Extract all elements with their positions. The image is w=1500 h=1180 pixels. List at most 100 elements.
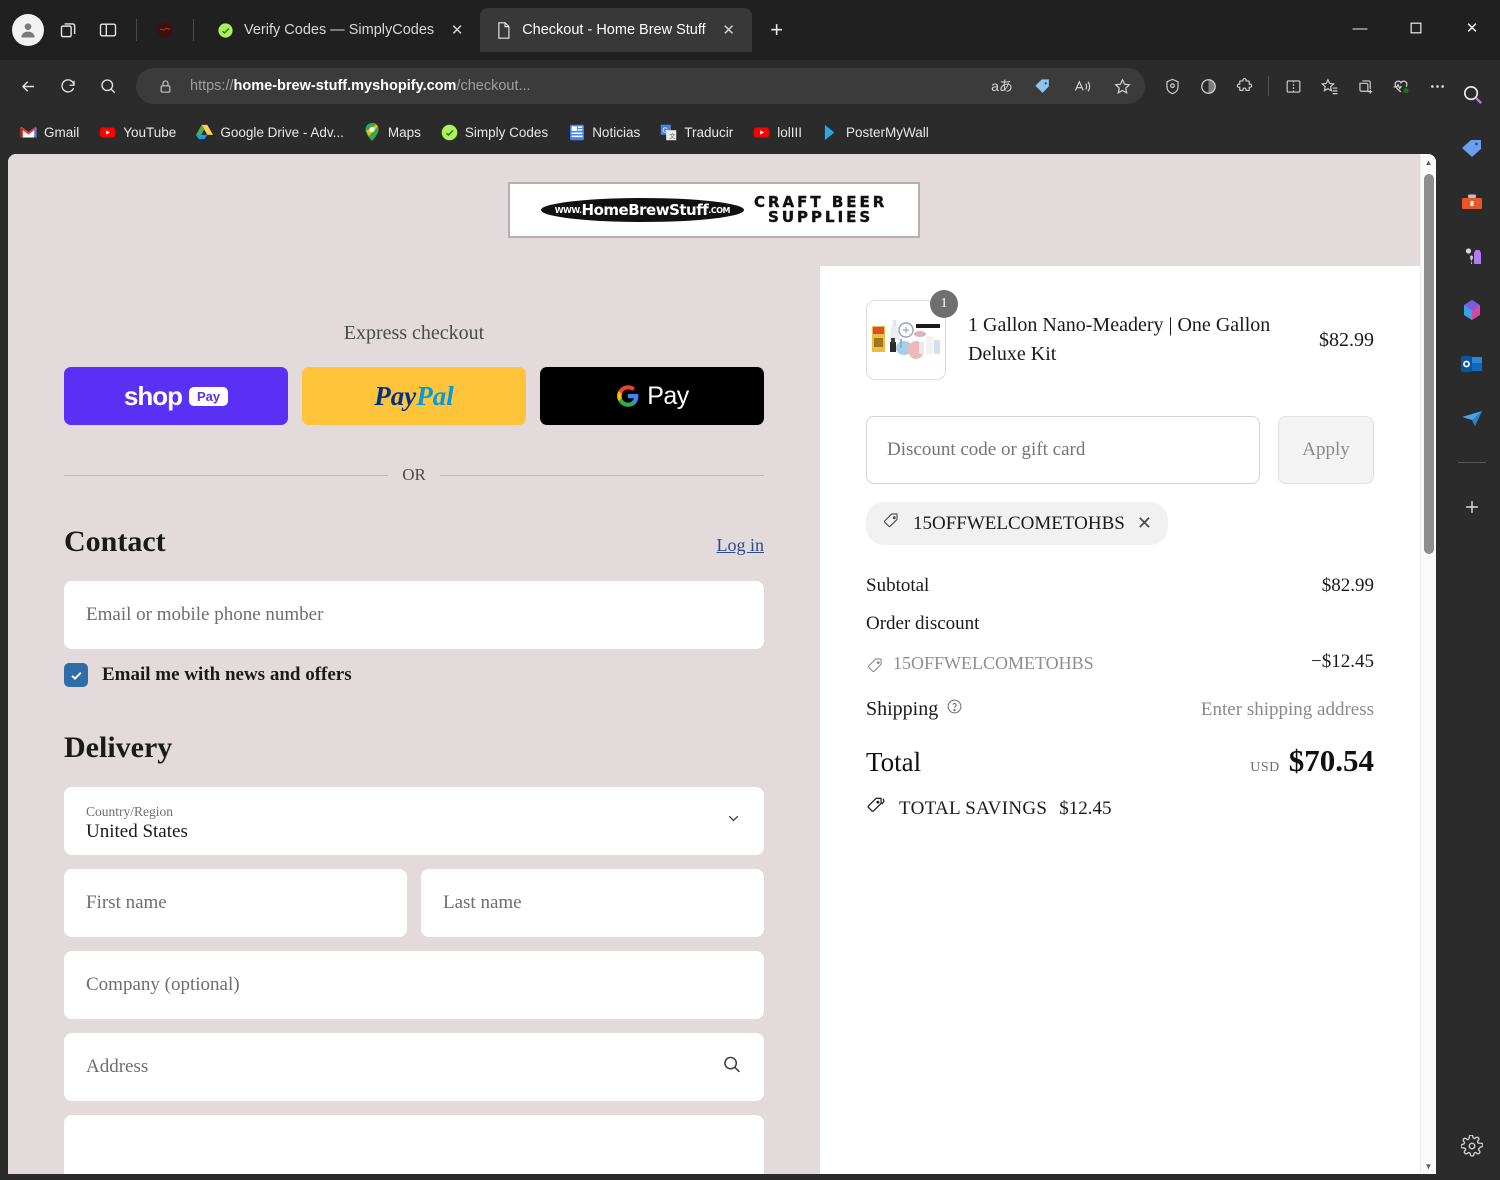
country-region-select[interactable]: Country/Region United States bbox=[64, 787, 764, 855]
games-icon[interactable] bbox=[1456, 240, 1488, 272]
edge-browser-window: Verify Codes — SimplyCodes ✕ Checkout - … bbox=[0, 0, 1500, 1180]
tab-checkout[interactable]: Checkout - Home Brew Stuff ✕ bbox=[480, 8, 752, 52]
tab-close-button[interactable]: ✕ bbox=[716, 17, 742, 43]
checkout-columns: Express checkout shop Pay PayPal Pay OR … bbox=[8, 266, 1420, 1174]
new-tab-button[interactable]: + bbox=[760, 13, 794, 47]
minimize-button[interactable]: — bbox=[1332, 0, 1388, 56]
translate-icon[interactable]: aあ bbox=[987, 71, 1017, 101]
split-screen-button[interactable] bbox=[88, 10, 128, 50]
page-scrollbar[interactable]: ▲ ▼ bbox=[1420, 154, 1436, 1174]
shield-security-icon[interactable] bbox=[1155, 69, 1189, 103]
tools-icon[interactable] bbox=[1456, 186, 1488, 218]
newsletter-checkbox[interactable] bbox=[64, 663, 88, 687]
star-icon[interactable] bbox=[1107, 71, 1137, 101]
applied-discount-code: 15OFFWELCOMETOHBS bbox=[913, 512, 1125, 534]
express-checkout-buttons: shop Pay PayPal Pay bbox=[64, 367, 764, 425]
dark-site-icon bbox=[157, 22, 173, 38]
browser-essentials-icon[interactable] bbox=[1191, 69, 1225, 103]
paypal-button[interactable]: PayPal bbox=[302, 367, 526, 425]
outlook-icon[interactable] bbox=[1456, 348, 1488, 380]
bookmark-lolIII[interactable]: lolIII bbox=[745, 119, 810, 146]
split-screen-icon[interactable] bbox=[1276, 69, 1310, 103]
store-logo[interactable]: WWW.HomeBrewStuff.COM CRAFT BEER SUPPLIE… bbox=[508, 182, 920, 238]
contact-section-header: Contact Log in bbox=[64, 525, 764, 559]
first-name-field[interactable]: First name bbox=[64, 869, 407, 937]
coupon-tag-icon[interactable] bbox=[1027, 71, 1057, 101]
delivery-title: Delivery bbox=[64, 731, 173, 764]
url-path: /checkout... bbox=[456, 78, 531, 94]
tab-strip: Verify Codes — SimplyCodes ✕ Checkout - … bbox=[0, 0, 1500, 60]
address-field[interactable]: Address bbox=[64, 1033, 764, 1101]
quantity-badge: 1 bbox=[930, 290, 958, 318]
bookmark-traducir[interactable]: G文 Traducir bbox=[652, 119, 741, 146]
maximize-button[interactable] bbox=[1388, 0, 1444, 56]
scroll-up-arrow[interactable]: ▲ bbox=[1421, 154, 1436, 170]
telegram-plane-icon[interactable] bbox=[1456, 402, 1488, 434]
email-field[interactable]: Email or mobile phone number bbox=[64, 581, 764, 649]
shipping-label: Shipping bbox=[866, 698, 939, 720]
profile-avatar-button[interactable] bbox=[8, 10, 48, 50]
tab-verify-codes[interactable]: Verify Codes — SimplyCodes ✕ bbox=[202, 8, 480, 52]
order-discount-amount: −$12.45 bbox=[1311, 651, 1374, 672]
store-logo-wordmark: WWW.HomeBrewStuff.COM bbox=[540, 198, 744, 222]
read-aloud-icon[interactable] bbox=[1067, 71, 1097, 101]
company-placeholder: Company (optional) bbox=[86, 974, 240, 995]
checkmark-icon bbox=[70, 671, 82, 680]
search-button[interactable] bbox=[90, 68, 126, 104]
google-pay-button[interactable]: Pay bbox=[540, 367, 764, 425]
tabstrip-divider bbox=[136, 19, 137, 41]
collections-icon[interactable] bbox=[1348, 69, 1382, 103]
discount-code-input[interactable]: Discount code or gift card bbox=[866, 416, 1260, 484]
sidebar-settings-gear-icon[interactable] bbox=[1456, 1130, 1488, 1162]
microsoft-365-icon[interactable] bbox=[1456, 294, 1488, 326]
scroll-down-arrow[interactable]: ▼ bbox=[1421, 1158, 1436, 1174]
extensions-puzzle-icon[interactable] bbox=[1227, 69, 1261, 103]
discount-placeholder: Discount code or gift card bbox=[887, 439, 1086, 460]
bookmark-label: Google Drive - Adv... bbox=[220, 124, 344, 140]
bookmark-postermywall[interactable]: PosterMyWall bbox=[814, 119, 937, 146]
tab-close-button[interactable]: ✕ bbox=[444, 17, 470, 43]
apply-discount-button[interactable]: Apply bbox=[1278, 416, 1374, 484]
email-placeholder: Email or mobile phone number bbox=[86, 604, 324, 625]
tab-collections-button[interactable] bbox=[48, 10, 88, 50]
close-window-button[interactable]: ✕ bbox=[1444, 0, 1500, 56]
google-maps-icon bbox=[364, 123, 381, 141]
subtotal-label: Subtotal bbox=[866, 575, 930, 596]
shop-pay-button[interactable]: shop Pay bbox=[64, 367, 288, 425]
back-button[interactable] bbox=[10, 68, 46, 104]
svg-text:文: 文 bbox=[669, 132, 675, 140]
bookmark-simply-codes[interactable]: Simply Codes bbox=[433, 119, 556, 146]
shipping-row: Shipping Enter shipping address bbox=[866, 698, 1374, 721]
favorites-icon[interactable] bbox=[1312, 69, 1346, 103]
sidebar-add-button[interactable] bbox=[1456, 491, 1488, 523]
address-placeholder: Address bbox=[86, 1056, 149, 1077]
company-field[interactable]: Company (optional) bbox=[64, 951, 764, 1019]
discount-entry-row: Discount code or gift card Apply bbox=[866, 416, 1374, 484]
bookmark-google-drive[interactable]: Google Drive - Adv... bbox=[188, 119, 352, 146]
last-name-field[interactable]: Last name bbox=[421, 869, 764, 937]
bookmark-maps[interactable]: Maps bbox=[356, 119, 429, 146]
product-price: $82.99 bbox=[1319, 328, 1374, 351]
bookmark-noticias[interactable]: Noticias bbox=[560, 119, 648, 146]
bookmark-label: Traducir bbox=[684, 124, 734, 140]
health-monitor-icon[interactable] bbox=[1384, 69, 1418, 103]
address-bar[interactable]: https://home-brew-stuff.myshopify.com/ch… bbox=[136, 68, 1145, 104]
address-search-icon[interactable] bbox=[721, 1054, 742, 1081]
total-amount: $70.54 bbox=[1288, 743, 1374, 778]
newsletter-checkbox-row[interactable]: Email me with news and offers bbox=[64, 663, 764, 687]
search-icon[interactable] bbox=[1456, 78, 1488, 110]
bookmark-gmail[interactable]: Gmail bbox=[12, 119, 87, 146]
reload-button[interactable] bbox=[50, 68, 86, 104]
newsletter-label: Email me with news and offers bbox=[102, 664, 352, 685]
remove-discount-button[interactable]: ✕ bbox=[1137, 513, 1152, 534]
shopping-tag-icon[interactable] bbox=[1456, 132, 1488, 164]
shop-pay-label: shop bbox=[123, 380, 183, 411]
log-in-link[interactable]: Log in bbox=[717, 535, 765, 556]
copilot-pages-icon bbox=[60, 22, 75, 37]
pinned-site-icon-button[interactable] bbox=[145, 10, 185, 50]
help-icon[interactable] bbox=[946, 698, 963, 721]
bookmark-youtube[interactable]: YouTube bbox=[91, 119, 184, 146]
total-label: Total bbox=[866, 747, 922, 777]
apartment-field[interactable] bbox=[64, 1115, 764, 1174]
scrollbar-thumb[interactable] bbox=[1424, 174, 1434, 554]
